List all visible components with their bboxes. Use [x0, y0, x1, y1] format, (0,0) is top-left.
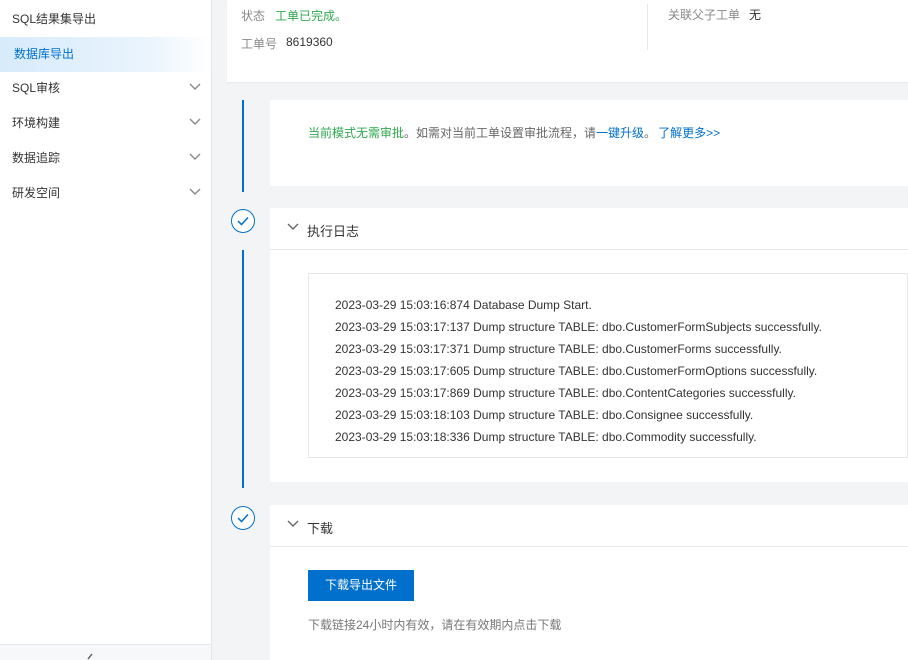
sidebar-group-label: 数据追踪 [12, 151, 61, 165]
approval-notice-dot: 。 [644, 126, 657, 140]
exec-log-title: 执行日志 [307, 224, 360, 239]
step-complete-icon [231, 209, 255, 233]
check-icon [237, 513, 249, 523]
download-hint: 下载链接24小时内有效，请在有效期内点击下载 [308, 618, 562, 632]
sidebar-group-data-tracking[interactable]: 数据追踪 [0, 141, 211, 176]
log-line: 2023-03-29 15:03:18:336 Dump structure T… [335, 430, 757, 444]
exec-log-header[interactable]: 执行日志 [270, 208, 908, 250]
timeline-line [242, 250, 244, 488]
approval-notice: 当前模式无需审批。如需对当前工单设置审批流程，请一键升级。 了解更多>> [308, 124, 720, 141]
parent-ticket-label: 关联父子工单 [668, 8, 741, 22]
upgrade-link[interactable]: 一键升级 [596, 126, 644, 140]
sidebar-item-sql-result-export[interactable]: SQL结果集导出 [0, 2, 211, 37]
chevron-down-icon [287, 223, 299, 230]
download-title: 下载 [307, 521, 334, 536]
download-header[interactable]: 下载 [270, 505, 908, 547]
approval-card: 当前模式无需审批。如需对当前工单设置审批流程，请一键升级。 了解更多>> [270, 100, 908, 186]
log-line: 2023-03-29 15:03:16:874 Database Dump St… [335, 298, 592, 312]
log-line: 2023-03-29 15:03:17:869 Dump structure T… [335, 386, 796, 400]
ticket-number-label: 工单号 [241, 37, 278, 51]
sidebar-group-env-build[interactable]: 环境构建 [0, 106, 211, 141]
chevron-down-icon [189, 153, 201, 160]
sidebar-collapse-bar[interactable] [0, 644, 211, 660]
sidebar-item-label: 数据库导出 [14, 47, 75, 61]
step-complete-icon [231, 506, 255, 530]
sidebar-group-label: 环境构建 [12, 116, 61, 130]
sidebar-group-sql-review[interactable]: SQL审核 [0, 71, 211, 106]
approval-mode-text: 当前模式无需审批 [308, 126, 405, 140]
chevron-down-icon [287, 520, 299, 527]
download-card: 下载 下载导出文件 下载链接24小时内有效，请在有效期内点击下载 [270, 505, 908, 660]
sidebar: SQL结果集导出 数据库导出 SQL审核 环境构建 数据追踪 研发空间 [0, 0, 212, 660]
exec-log-box[interactable]: 2023-03-29 15:03:16:874 Database Dump St… [308, 273, 908, 458]
sidebar-group-label: SQL审核 [12, 81, 61, 95]
approval-notice-text: 。如需对当前工单设置审批流程，请 [404, 126, 597, 140]
log-line: 2023-03-29 15:03:17:605 Dump structure T… [335, 364, 818, 378]
sidebar-group-label: 研发空间 [12, 186, 61, 200]
ticket-number-value: 8619360 [286, 35, 333, 49]
log-line: 2023-03-29 15:03:17:137 Dump structure T… [335, 320, 822, 334]
chevron-down-icon [189, 83, 201, 90]
chevron-down-icon [189, 188, 201, 195]
download-export-file-button[interactable]: 下载导出文件 [308, 570, 414, 601]
sidebar-item-label: SQL结果集导出 [12, 12, 97, 26]
parent-ticket-value: 无 [749, 8, 762, 22]
timeline-line [242, 100, 244, 192]
collapse-icon [87, 653, 93, 660]
status-value: 工单已完成。 [275, 9, 348, 23]
status-label: 状态 [241, 9, 266, 23]
learn-more-link[interactable]: 了解更多>> [658, 126, 720, 140]
exec-log-card: 执行日志 2023-03-29 15:03:16:874 Database Du… [270, 208, 908, 482]
chevron-down-icon [189, 118, 201, 125]
ticket-info-card: 状态 工单已完成。 工单号 8619360 关联父子工单 无 [227, 0, 908, 82]
header-divider [647, 4, 648, 50]
log-line: 2023-03-29 15:03:17:371 Dump structure T… [335, 342, 782, 356]
sidebar-item-database-export[interactable]: 数据库导出 [0, 37, 211, 72]
check-icon [237, 216, 249, 226]
log-line: 2023-03-29 15:03:18:103 Dump structure T… [335, 408, 754, 422]
sidebar-group-dev-space[interactable]: 研发空间 [0, 176, 211, 211]
